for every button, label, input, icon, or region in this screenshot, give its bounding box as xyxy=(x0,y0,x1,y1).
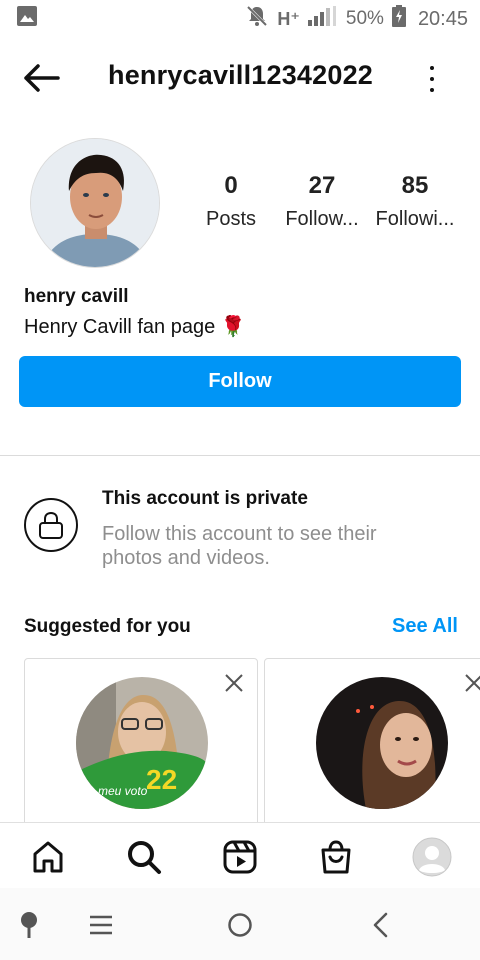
hplus-network-icon: H⁺ xyxy=(277,8,300,29)
image-icon xyxy=(16,5,38,33)
reels-icon[interactable] xyxy=(220,837,260,877)
bottom-navigation xyxy=(0,822,480,888)
profile-avatar-icon[interactable] xyxy=(412,837,452,877)
back-arrow-icon[interactable] xyxy=(22,62,62,94)
back-icon[interactable] xyxy=(366,910,396,940)
follow-button[interactable]: Follow xyxy=(19,356,461,407)
stat-following-value: 85 xyxy=(401,172,429,199)
battery-percent: 50% xyxy=(345,8,384,29)
assistant-icon[interactable] xyxy=(14,910,44,940)
display-name: henry cavill xyxy=(24,286,129,307)
private-account-title: This account is private xyxy=(102,488,308,509)
stat-posts-label: Posts xyxy=(205,208,257,230)
battery-charging-icon xyxy=(391,5,406,33)
stat-following[interactable]: 85 Followi... xyxy=(372,172,458,231)
system-navigation-bar xyxy=(0,888,480,960)
close-icon[interactable] xyxy=(224,673,244,693)
private-account-description: Follow this account to see their photos … xyxy=(102,523,377,569)
suggested-card[interactable] xyxy=(264,658,480,838)
lock-icon xyxy=(24,498,78,552)
home-circle-icon[interactable] xyxy=(225,910,255,940)
svg-text:meu voto: meu voto xyxy=(98,784,148,798)
suggested-avatar[interactable] xyxy=(316,677,448,809)
signal-icon xyxy=(307,6,338,32)
clock: 20:45 xyxy=(417,7,468,30)
suggested-avatar[interactable]: 22 meu voto xyxy=(76,677,208,809)
suggested-title: Suggested for you xyxy=(24,616,191,637)
shop-icon[interactable] xyxy=(316,837,356,877)
see-all-link[interactable]: See All xyxy=(392,615,458,638)
home-icon[interactable] xyxy=(28,837,68,877)
search-icon[interactable] xyxy=(124,837,164,877)
stat-posts: 0 Posts xyxy=(200,172,262,231)
stat-followers[interactable]: 27 Follow... xyxy=(283,172,361,231)
status-bar: H⁺ 50% 20:45 xyxy=(0,0,480,38)
mute-icon xyxy=(245,4,269,34)
divider xyxy=(0,455,480,456)
stat-following-label: Followi... xyxy=(375,208,455,230)
stat-followers-label: Follow... xyxy=(285,208,359,230)
profile-bio: Henry Cavill fan page 🌹 xyxy=(24,316,246,338)
stat-posts-value: 0 xyxy=(224,172,238,199)
more-vertical-icon[interactable] xyxy=(420,62,444,96)
profile-header: henrycavill12342022 xyxy=(0,50,480,106)
svg-text:22: 22 xyxy=(146,764,177,795)
suggested-card[interactable]: 22 meu voto xyxy=(24,658,258,838)
profile-username: henrycavill12342022 xyxy=(108,60,374,90)
close-icon[interactable] xyxy=(464,673,480,693)
stat-followers-value: 27 xyxy=(308,172,336,199)
profile-avatar[interactable] xyxy=(30,138,160,268)
recents-icon[interactable] xyxy=(86,910,116,940)
